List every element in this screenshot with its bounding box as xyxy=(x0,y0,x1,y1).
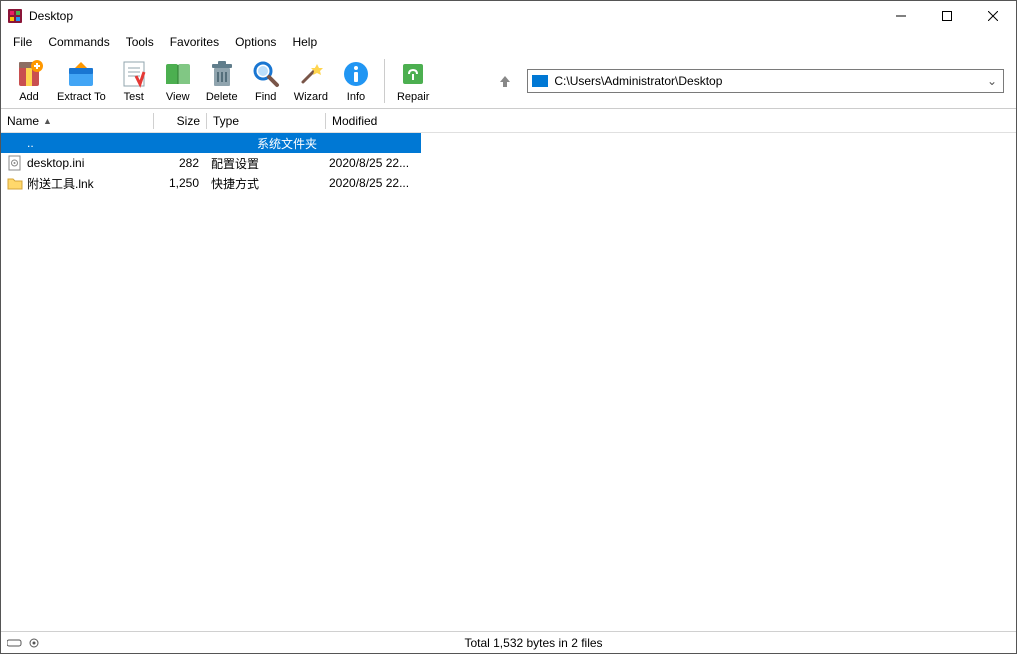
menu-help[interactable]: Help xyxy=(284,33,325,51)
close-button[interactable] xyxy=(970,1,1016,31)
find-button[interactable]: Find xyxy=(244,56,288,105)
window-title: Desktop xyxy=(29,9,878,23)
menu-options[interactable]: Options xyxy=(227,33,284,51)
drive-icon xyxy=(7,638,23,648)
minimize-button[interactable] xyxy=(878,1,924,31)
test-icon xyxy=(118,58,150,90)
menu-tools[interactable]: Tools xyxy=(118,33,162,51)
table-row[interactable]: 附送工具.lnk1,250快捷方式2020/8/25 22... xyxy=(1,173,1016,193)
table-row[interactable]: ..系统文件夹 xyxy=(1,133,421,153)
file-icon xyxy=(7,135,23,151)
column-type[interactable]: Type xyxy=(207,109,325,132)
app-icon xyxy=(7,8,23,24)
cell-type: 快捷方式 xyxy=(205,175,323,192)
add-archive-icon xyxy=(13,58,45,90)
info-button[interactable]: Info xyxy=(334,56,378,105)
menu-commands[interactable]: Commands xyxy=(40,33,117,51)
menu-file[interactable]: File xyxy=(5,33,40,51)
toolbar-separator xyxy=(384,59,385,103)
cell-type: 配置设置 xyxy=(205,155,323,172)
cell-modified: 2020/8/25 22... xyxy=(323,156,423,170)
cell-name: .. xyxy=(1,135,153,151)
view-icon xyxy=(162,58,194,90)
table-row[interactable]: desktop.ini282配置设置2020/8/25 22... xyxy=(1,153,1016,173)
maximize-button[interactable] xyxy=(924,1,970,31)
extract-button[interactable]: Extract To xyxy=(51,56,112,105)
delete-button[interactable]: Delete xyxy=(200,56,244,105)
up-folder-button[interactable] xyxy=(495,71,515,91)
wizard-button[interactable]: Wizard xyxy=(288,56,334,105)
status-bar: Total 1,532 bytes in 2 files xyxy=(1,631,1016,653)
column-size[interactable]: Size xyxy=(154,109,206,132)
cell-type: 系统文件夹 xyxy=(153,135,421,152)
disk-icon xyxy=(532,75,548,87)
status-text: Total 1,532 bytes in 2 files xyxy=(51,636,1016,650)
add-button[interactable]: Add xyxy=(7,56,51,105)
toolbar: Add Extract To Test xyxy=(1,53,1016,109)
test-button[interactable]: Test xyxy=(112,56,156,105)
repair-icon xyxy=(397,58,429,90)
cell-modified: 2020/8/25 22... xyxy=(323,176,423,190)
repair-button[interactable]: Repair xyxy=(391,56,435,105)
chevron-down-icon: ⌄ xyxy=(987,74,997,88)
sort-indicator-icon: ▲ xyxy=(43,116,52,126)
column-header: Name ▲ Size Type Modified xyxy=(1,109,1016,133)
find-icon xyxy=(250,58,282,90)
column-name[interactable]: Name ▲ xyxy=(1,109,153,132)
view-button[interactable]: View xyxy=(156,56,200,105)
menu-bar: File Commands Tools Favorites Options He… xyxy=(1,31,1016,53)
cell-name: desktop.ini xyxy=(1,155,153,171)
title-bar: Desktop xyxy=(1,1,1016,31)
file-list[interactable]: ..系统文件夹desktop.ini282配置设置2020/8/25 22...… xyxy=(1,133,1016,631)
delete-icon xyxy=(206,58,238,90)
wizard-icon xyxy=(295,58,327,90)
file-icon xyxy=(7,155,23,171)
extract-icon xyxy=(65,58,97,90)
status-icons xyxy=(1,638,51,648)
path-combobox[interactable]: C:\Users\Administrator\Desktop ⌄ xyxy=(527,69,1004,93)
info-icon xyxy=(340,58,372,90)
disk-icon xyxy=(27,638,43,648)
column-modified[interactable]: Modified xyxy=(326,109,1016,132)
cell-size: 1,250 xyxy=(153,176,205,190)
path-text: C:\Users\Administrator\Desktop xyxy=(554,74,722,88)
nav-area: C:\Users\Administrator\Desktop ⌄ xyxy=(495,69,1010,93)
menu-favorites[interactable]: Favorites xyxy=(162,33,227,51)
cell-name: 附送工具.lnk xyxy=(1,175,153,192)
file-icon xyxy=(7,175,23,191)
cell-size: 282 xyxy=(153,156,205,170)
